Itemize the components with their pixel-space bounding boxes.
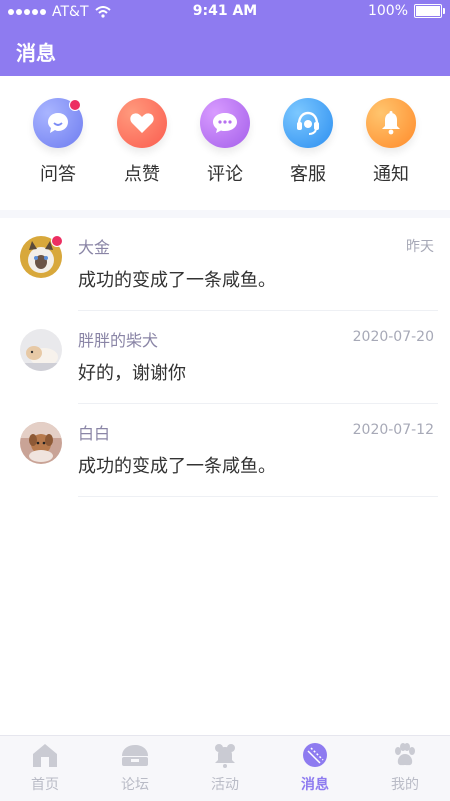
shortcut-like-label: 点赞 <box>124 164 160 185</box>
message-icon <box>303 743 327 767</box>
nav-bar: 消息 <box>0 24 450 76</box>
shortcut-qa[interactable]: 问答 <box>18 98 98 198</box>
tab-home[interactable]: 首页 <box>0 742 90 794</box>
message-sender: 白白 <box>78 424 111 443</box>
tab-activity-label: 活动 <box>211 777 239 793</box>
tab-bar: 首页 论坛 活动 消息 我的 <box>0 735 450 801</box>
row-divider <box>78 496 438 497</box>
message-time: 2020-07-20 <box>352 329 434 345</box>
like-icon-circle <box>117 98 167 148</box>
qa-icon-circle <box>33 98 83 148</box>
tab-home-label: 首页 <box>31 777 59 793</box>
message-list: 大金 昨天 成功的变成了一条咸鱼。 胖胖的柴犬 2020-07-20 好的，谢谢… <box>0 218 450 497</box>
message-preview: 成功的变成了一条咸鱼。 <box>78 270 276 291</box>
message-time: 昨天 <box>406 239 434 255</box>
forum-icon <box>122 745 148 766</box>
headset-icon <box>297 111 319 135</box>
bell-icon <box>382 111 400 135</box>
tab-forum[interactable]: 论坛 <box>90 742 180 794</box>
chat-bubble-icon <box>48 113 68 133</box>
tab-mine-label: 我的 <box>391 777 419 793</box>
tab-message[interactable]: 消息 <box>270 742 360 794</box>
paw-icon <box>395 743 415 766</box>
tab-message-label: 消息 <box>301 777 329 793</box>
unread-dot <box>51 235 63 247</box>
comment-icon-circle <box>200 98 250 148</box>
shortcut-notice[interactable]: 通知 <box>351 98 431 198</box>
battery-group: 100% <box>367 3 445 19</box>
message-sender: 大金 <box>78 238 111 257</box>
comment-icon <box>213 113 237 133</box>
shortcut-like[interactable]: 点赞 <box>102 98 182 198</box>
section-divider <box>0 210 450 218</box>
tab-mine[interactable]: 我的 <box>360 742 450 794</box>
shortcut-qa-label: 问答 <box>40 164 76 185</box>
avatar <box>20 422 62 464</box>
avatar <box>20 329 62 371</box>
activity-icon <box>215 744 235 768</box>
message-item[interactable]: 胖胖的柴犬 2020-07-20 好的，谢谢你 <box>0 311 450 404</box>
shortcut-row: 问答 点赞 评论 客服 通知 <box>0 76 450 210</box>
message-item[interactable]: 大金 昨天 成功的变成了一条咸鱼。 <box>0 218 450 311</box>
qa-unread-badge <box>69 99 81 111</box>
shortcut-comment-label: 评论 <box>207 164 243 185</box>
message-sender: 胖胖的柴犬 <box>78 331 159 350</box>
shortcut-service-label: 客服 <box>290 164 326 185</box>
notice-icon-circle <box>366 98 416 148</box>
shortcut-service[interactable]: 客服 <box>268 98 348 198</box>
message-time: 2020-07-12 <box>352 422 434 438</box>
message-preview: 成功的变成了一条咸鱼。 <box>78 456 276 477</box>
home-icon <box>33 744 57 767</box>
status-bar: AT&T 9:41 AM 100% <box>0 0 450 24</box>
avatar-container <box>20 235 63 278</box>
page-title: 消息 <box>16 41 56 65</box>
heart-icon <box>130 113 154 133</box>
tab-forum-label: 论坛 <box>121 777 149 793</box>
shortcut-comment[interactable]: 评论 <box>185 98 265 198</box>
message-preview: 好的，谢谢你 <box>78 363 186 384</box>
battery-icon <box>414 4 445 18</box>
message-item[interactable]: 白白 2020-07-12 成功的变成了一条咸鱼。 <box>0 404 450 497</box>
tab-activity[interactable]: 活动 <box>180 742 270 794</box>
battery-percentage: 100% <box>367 3 408 19</box>
shortcut-notice-label: 通知 <box>373 164 409 185</box>
service-icon-circle <box>283 98 333 148</box>
